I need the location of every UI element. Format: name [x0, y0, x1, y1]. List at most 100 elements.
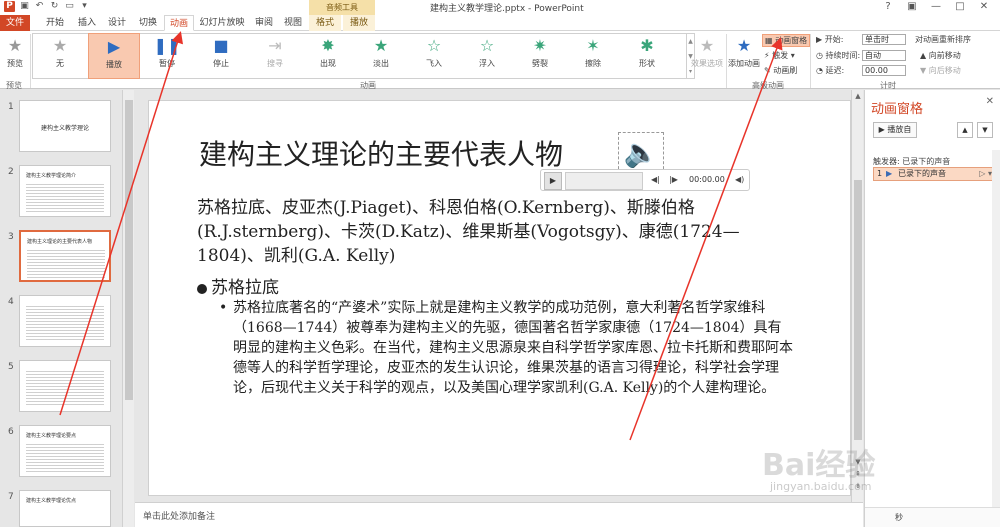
effect-options-icon: ★ [699, 36, 715, 55]
animation-painter-button[interactable]: ✎ 动画刷 [764, 65, 797, 76]
audio-forward-icon[interactable]: |▶ [669, 175, 678, 184]
tab-insert[interactable]: 插入 [73, 15, 101, 31]
audio-play-button[interactable]: ▶ [544, 172, 562, 190]
save-icon[interactable]: ▣ [19, 1, 30, 12]
anim-fly-in[interactable]: ☆ 飞入 [409, 33, 459, 79]
anim-fade[interactable]: ★ 淡出 [356, 33, 406, 79]
anim-split[interactable]: ✷ 劈裂 [515, 33, 565, 79]
tab-start[interactable]: 开始 [40, 15, 70, 31]
tab-file[interactable]: 文件 [0, 15, 30, 31]
slide-canvas[interactable]: 建构主义理论的主要代表人物 苏格拉底、皮亚杰(J.Piaget)、科恩伯格(O.… [148, 100, 851, 496]
anim-none[interactable]: ★ 无 [36, 33, 84, 79]
move-earlier-button[interactable]: ▲ 向前移动 [920, 50, 961, 61]
slide-thumbnail-selected[interactable]: 建构主义理论的主要代表人物 [19, 230, 111, 282]
slide-title[interactable]: 建构主义理论的主要代表人物 [199, 133, 563, 173]
anim-wipe[interactable]: ✶ 擦除 [568, 33, 618, 79]
duration-label-text: 持续时间: [825, 51, 861, 60]
maximize-icon[interactable]: □ [948, 0, 972, 14]
tab-view[interactable]: 视图 [280, 15, 306, 31]
audio-volume-icon[interactable]: ◀) [735, 175, 744, 184]
trigger-button[interactable]: ⚡ 触发 ▾ [764, 50, 795, 61]
anim-shape[interactable]: ✱ 形状 [621, 33, 673, 79]
slide-thumbnail[interactable]: 建构主义教学理论 [19, 100, 111, 152]
thumbnails-scrollbar[interactable] [122, 90, 134, 527]
move-later-label: 向后移动 [928, 66, 961, 75]
sub-bullet-paragraph[interactable]: 苏格拉底著名的“产婆术”实际上就是建构主义教学的成功范例，意大利著名哲学家维科（… [219, 298, 793, 398]
speaker-icon[interactable]: 🔈 [618, 132, 664, 174]
tab-slideshow[interactable]: 幻灯片放映 [197, 15, 247, 31]
pane-close-icon[interactable]: ✕ [986, 96, 994, 107]
close-icon[interactable]: ✕ [972, 0, 996, 14]
move-down-button[interactable]: ▼ [977, 122, 993, 138]
slide-number: 1 [8, 102, 14, 112]
effect-options-button[interactable]: ★ 效果选项 [690, 33, 724, 79]
pause-icon: ❚❚ [153, 36, 181, 55]
move-up-button[interactable]: ▲ [957, 122, 973, 138]
anim-seek[interactable]: ⇥ 搜寻 [250, 33, 300, 79]
pane-scrollbar[interactable] [992, 150, 1000, 507]
preview-button[interactable]: ★ 预览 [2, 33, 28, 79]
anim-play[interactable]: ▶ 播放 [88, 33, 140, 79]
fly-in-star-icon: ☆ [426, 36, 442, 55]
audio-progress-track[interactable] [565, 172, 643, 190]
customize-qat-icon[interactable]: ▾ [79, 1, 90, 12]
slide-paragraph[interactable]: 苏格拉底、皮亚杰(J.Piaget)、科恩伯格(O.Kernberg)、斯滕伯格… [197, 196, 797, 268]
notes-pane[interactable]: 单击此处添加备注 [135, 502, 863, 527]
powerpoint-logo-icon: P [4, 1, 15, 12]
animation-list-item[interactable]: 1 ▶ 已录下的声音 ▷ ▾ [873, 167, 997, 181]
redo-icon[interactable]: ↻ [49, 1, 60, 12]
slide-number: 3 [8, 232, 14, 242]
baidu-watermark-url: jingyan.baidu.com [770, 480, 872, 493]
effect-options-label: 效果选项 [691, 59, 723, 68]
tab-playback[interactable]: 播放 [343, 15, 375, 31]
scrollbar-thumb[interactable] [125, 100, 133, 400]
duration-input[interactable]: 自动 [862, 50, 906, 61]
scroll-up-icon[interactable]: ▲ [852, 92, 864, 100]
slide-thumbnail[interactable]: 建构主义教学理论优点 [19, 490, 111, 527]
move-later-button[interactable]: ▼ 向后移动 [920, 65, 961, 76]
undo-icon[interactable]: ↶ [34, 1, 45, 12]
painter-icon: ✎ [764, 66, 774, 75]
slide-thumbnail[interactable]: 建构主义教学理论简介 [19, 165, 111, 217]
start-label-text: 开始: [824, 35, 844, 44]
anim-label: 播放 [106, 60, 122, 69]
tab-review[interactable]: 审阅 [251, 15, 277, 31]
slide-thumbnail[interactable] [19, 295, 111, 347]
item-dropdown-icon[interactable]: ▷ ▾ [979, 168, 992, 180]
audio-tools-label: 音频工具 [309, 0, 375, 15]
minimize-icon[interactable]: — [924, 0, 948, 14]
anim-label: 擦除 [585, 59, 601, 68]
anim-label: 无 [56, 59, 64, 68]
quick-access-toolbar: P ▣ ↶ ↻ ▭ ▾ [4, 1, 90, 12]
tab-format[interactable]: 格式 [309, 15, 341, 31]
slideshow-icon[interactable]: ▭ [64, 1, 75, 12]
thumbnail-title: 建构主义教学理论要点 [26, 433, 77, 439]
tab-transitions[interactable]: 切换 [134, 15, 162, 31]
thumbnail-text-lines [26, 304, 104, 342]
slide-thumbnail[interactable]: 建构主义教学理论要点 [19, 425, 111, 477]
tab-design[interactable]: 设计 [103, 15, 131, 31]
animation-pane-label: 动画窗格 [775, 36, 808, 45]
anim-appear[interactable]: ✸ 出现 [303, 33, 353, 79]
anim-stop[interactable]: ■ 停止 [196, 33, 246, 79]
thumbnail-text-lines [27, 248, 105, 278]
anim-pause[interactable]: ❚❚ 暂停 [143, 33, 191, 79]
audio-rewind-icon[interactable]: ◀| [651, 175, 660, 184]
item-number: 1 [877, 169, 883, 178]
slide-number: 6 [8, 427, 14, 437]
play-from-button[interactable]: ▶ 播放自 [873, 122, 917, 138]
delay-input[interactable]: 00.00 [862, 65, 906, 76]
slide-thumbnail[interactable] [19, 360, 111, 412]
scrollbar-thumb[interactable] [854, 180, 862, 440]
animation-pane-button[interactable]: ▦ 动画窗格 [762, 34, 811, 47]
start-select-value: 单击时 [865, 35, 889, 44]
duration-label: ◷ 持续时间: [816, 50, 860, 61]
tab-animations[interactable]: 动画 [164, 15, 194, 31]
bullet-heading[interactable]: 苏格拉底 [197, 273, 279, 298]
float-in-star-icon: ☆ [479, 36, 495, 55]
add-animation-button[interactable]: ★ 添加动画 [728, 33, 760, 79]
anim-float-in[interactable]: ☆ 浮入 [462, 33, 512, 79]
start-select[interactable]: 单击时 [862, 34, 906, 45]
help-icon[interactable]: ? [876, 0, 900, 14]
ribbon-display-icon[interactable]: ▣ [900, 0, 924, 14]
